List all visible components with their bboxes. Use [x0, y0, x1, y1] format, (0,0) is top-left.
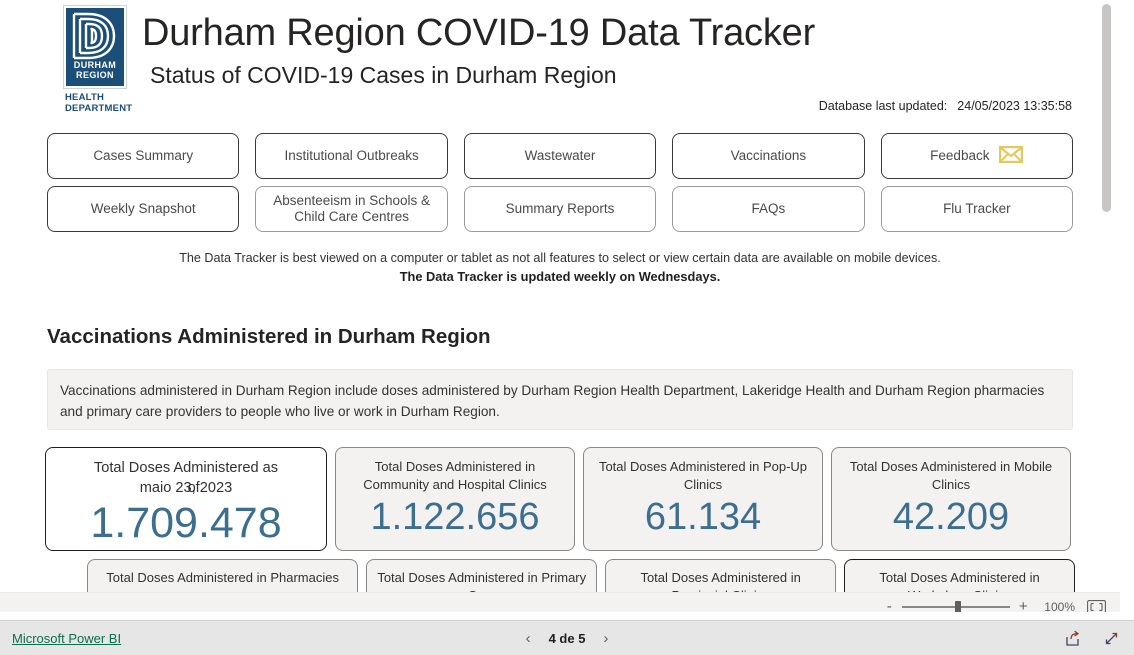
status-bar: Microsoft Power BI ‹ 4 de 5 ›: [0, 620, 1134, 655]
nav-button-cases-summary[interactable]: Cases Summary: [47, 133, 240, 179]
logo-health-department-text: HEALTH DEPARTMENT: [65, 92, 149, 114]
nav-label: Feedback: [930, 148, 990, 163]
nav-label: Vaccinations: [730, 148, 807, 163]
kpi-value: 61.134: [644, 496, 762, 538]
page-title: Durham Region COVID-19 Data Tracker: [142, 12, 816, 54]
chevron-left-icon[interactable]: ‹: [526, 630, 531, 647]
db-updated-label: Database last updated:: [818, 99, 948, 113]
status-bar-icons: [1064, 630, 1120, 647]
zoom-slider[interactable]: [902, 600, 1011, 612]
database-last-updated: Database last updated: 24/05/2023 13:35:5…: [819, 99, 1072, 113]
nav-label: Wastewater: [524, 148, 596, 163]
nav-button-institutional-outbreaks[interactable]: Institutional Outbreaks: [255, 133, 448, 179]
nav-row-2: Weekly Snapshot Absenteeism in Schools &…: [47, 186, 1074, 232]
page-navigator: ‹ 4 de 5 ›: [526, 630, 609, 647]
kpi-label: Total Doses Administered in Pop-Up Clini…: [598, 459, 808, 492]
kpi-card-grid: Total Doses Administered as maio 23, 202…: [45, 447, 1076, 605]
kpi-label: Total Doses Administered in Community an…: [363, 459, 547, 492]
nav-label: Summary Reports: [505, 201, 615, 216]
nav-label: Institutional Outbreaks: [284, 148, 419, 163]
report-canvas: DURHAM REGION HEALTH DEPARTMENT Durham R…: [0, 0, 1120, 612]
chevron-right-icon[interactable]: ›: [603, 630, 608, 647]
vertical-scrollbar[interactable]: [1102, 0, 1112, 612]
kpi-label: Total Doses Administered as maio 23, 202…: [54, 458, 317, 498]
logo-sub-line1: HEALTH: [65, 92, 105, 103]
nav-row-1: Cases Summary Institutional Outbreaks Wa…: [47, 133, 1074, 179]
section-title: Vaccinations Administered in Durham Regi…: [47, 325, 491, 348]
durham-region-health-department-logo: DURHAM REGION HEALTH DEPARTMENT: [63, 5, 149, 118]
nav-label: FAQs: [751, 201, 786, 216]
nav-label: Cases Summary: [93, 148, 194, 163]
fit-to-page-icon[interactable]: [1087, 599, 1106, 612]
kpi-label: Total Doses Administered in Pharmacies: [106, 570, 339, 585]
page-indicator: 4 de 5: [548, 630, 586, 646]
kpi-value: 1.709.478: [90, 499, 282, 547]
kpi-card-row-1: Total Doses Administered as maio 23, 202…: [45, 447, 1075, 551]
kpi-value: 42.209: [892, 496, 1010, 538]
logo-mark: DURHAM REGION: [63, 5, 127, 89]
nav-button-flu-tracker[interactable]: Flu Tracker: [880, 186, 1074, 232]
nav-button-wastewater[interactable]: Wastewater: [463, 133, 657, 179]
logo-text-durham: DURHAM: [73, 60, 117, 70]
nav-button-faqs[interactable]: FAQs: [672, 186, 865, 232]
page-subtitle: Status of COVID-19 Cases in Durham Regio…: [150, 62, 617, 88]
zoom-slider-thumb[interactable]: [955, 600, 962, 612]
nav-label: Flu Tracker: [943, 201, 1011, 216]
power-bi-link[interactable]: Microsoft Power BI: [12, 631, 121, 646]
nav-button-vaccinations[interactable]: Vaccinations: [672, 133, 865, 179]
kpi-card-community-hospital-clinics[interactable]: Total Doses Administered in Community an…: [335, 447, 575, 551]
viewing-note: The Data Tracker is best viewed on a com…: [179, 251, 941, 265]
fullscreen-icon[interactable]: [1103, 630, 1120, 647]
zoom-out-button[interactable]: -: [882, 598, 896, 612]
report-header: DURHAM REGION HEALTH DEPARTMENT Durham R…: [0, 0, 1120, 122]
nav-label: Absenteeism in Schools & Child Care Cent…: [273, 193, 431, 224]
zoom-percent-label: 100%: [1044, 599, 1075, 613]
logo-sub-line2: DEPARTMENT: [65, 103, 133, 114]
kpi-label-line1: Total Doses Administered as: [93, 460, 279, 476]
nav-button-weekly-snapshot[interactable]: Weekly Snapshot: [47, 186, 240, 232]
nav-button-feedback[interactable]: Feedback: [880, 133, 1074, 179]
nav-button-summary-reports[interactable]: Summary Reports: [463, 186, 657, 232]
kpi-label-overlap-text: maio 2of: [187, 480, 200, 496]
kpi-card-pop-up-clinics[interactable]: Total Doses Administered in Pop-Up Clini…: [583, 447, 823, 551]
section-description: Vaccinations administered in Durham Regi…: [47, 369, 1073, 430]
kpi-card-mobile-clinics[interactable]: Total Doses Administered in Mobile Clini…: [831, 447, 1071, 551]
nav-button-absenteeism-schools-childcare[interactable]: Absenteeism in Schools & Child Care Cent…: [255, 186, 448, 232]
vertical-scrollbar-thumb[interactable]: [1102, 4, 1111, 212]
update-schedule-note: The Data Tracker is updated weekly on We…: [399, 269, 721, 284]
share-icon[interactable]: [1064, 630, 1081, 647]
zoom-toolbar: - + 100%: [0, 592, 1120, 612]
envelope-icon: [999, 145, 1024, 167]
navigation-buttons: Cases Summary Institutional Outbreaks Wa…: [47, 133, 1074, 239]
kpi-value: 1.122.656: [370, 496, 540, 538]
nav-label: Weekly Snapshot: [90, 201, 196, 216]
db-updated-value: 24/05/2023 13:35:58: [957, 99, 1072, 113]
logo-text-region: REGION: [76, 70, 114, 80]
zoom-in-button[interactable]: +: [1016, 598, 1030, 612]
kpi-label-line2-wrap: maio 23, 2023 maio 2of: [140, 478, 233, 498]
kpi-card-total-doses-administered[interactable]: Total Doses Administered as maio 23, 202…: [45, 447, 327, 551]
kpi-label: Total Doses Administered in Mobile Clini…: [849, 459, 1053, 492]
